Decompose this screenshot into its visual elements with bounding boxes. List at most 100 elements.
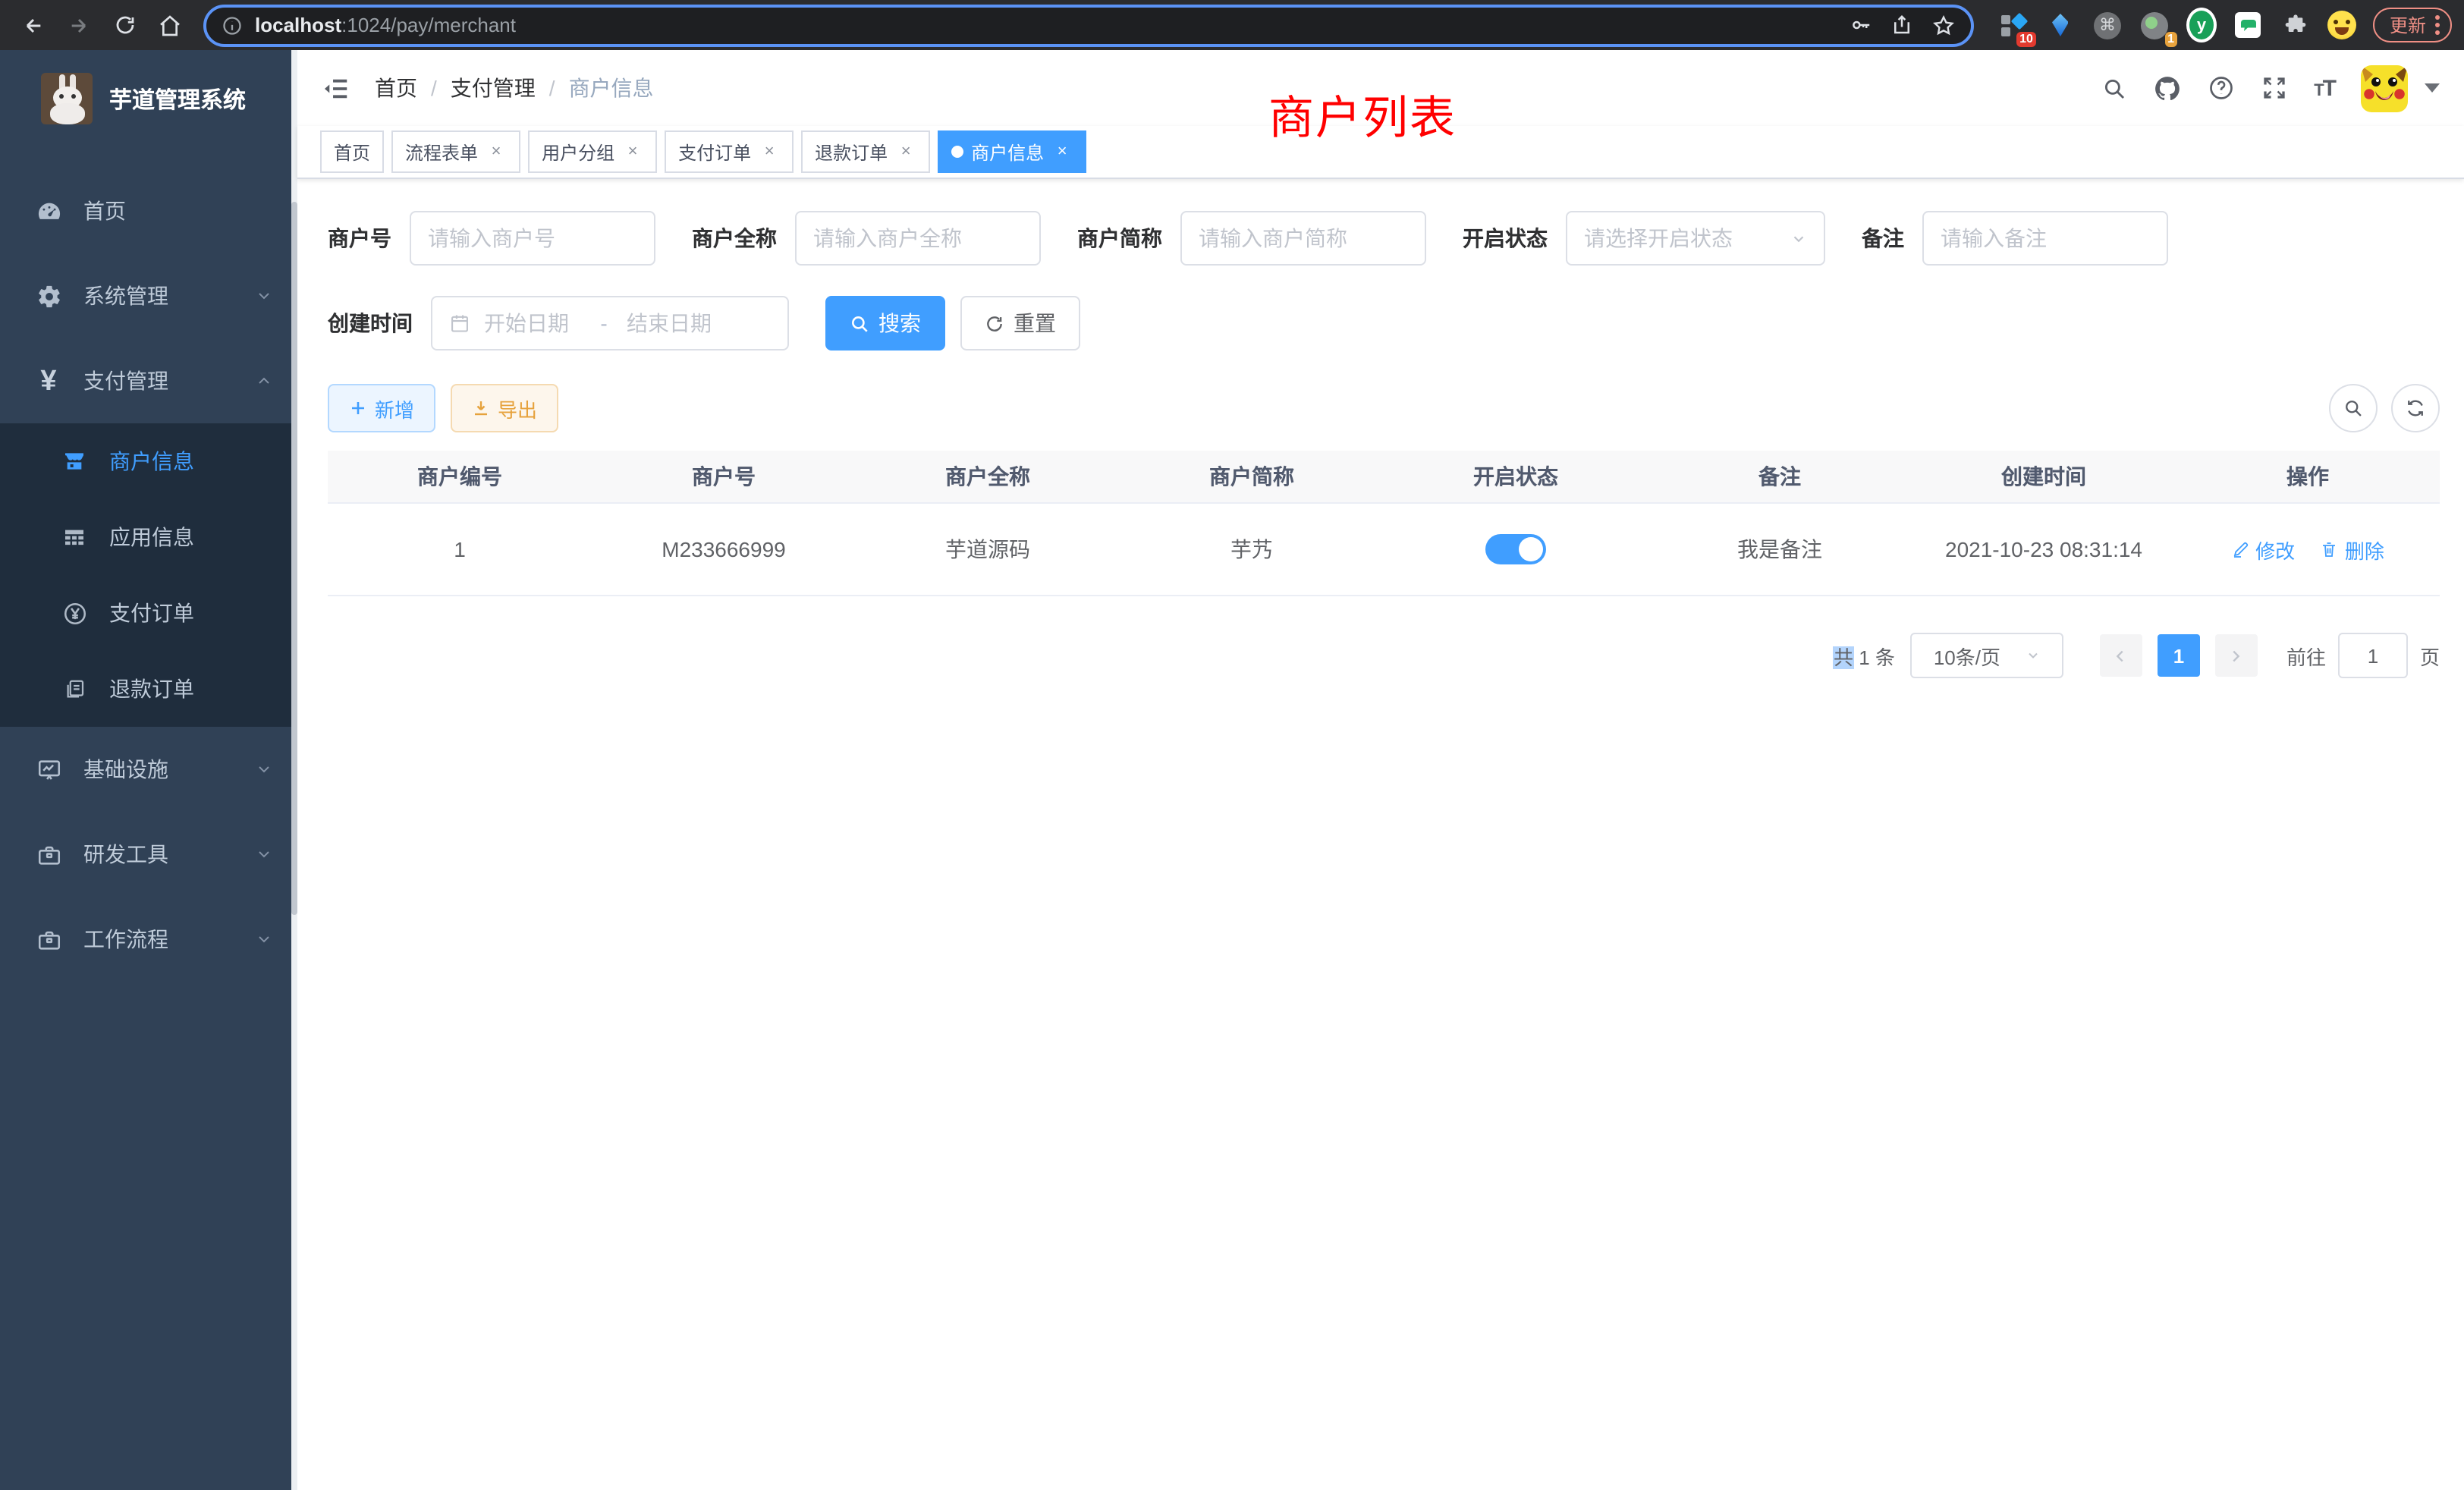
sidebar-item-pay-order[interactable]: 支付订单 bbox=[0, 575, 297, 651]
extension-kite-icon[interactable] bbox=[2045, 10, 2076, 40]
sidebar-scrollbar[interactable] bbox=[291, 50, 297, 1490]
add-button[interactable]: 新增 bbox=[328, 384, 435, 432]
browser-update-button[interactable]: 更新 bbox=[2373, 8, 2452, 42]
sidebar-item-refund-order[interactable]: 退款订单 bbox=[0, 651, 297, 727]
sidebar-item-system[interactable]: 系统管理 bbox=[0, 253, 297, 338]
chevron-down-icon bbox=[255, 930, 273, 948]
sidebar-item-workflow[interactable]: 工作流程 bbox=[0, 897, 297, 982]
chevron-down-icon bbox=[255, 845, 273, 863]
next-page-button[interactable] bbox=[2215, 634, 2258, 677]
tab-home[interactable]: 首页 bbox=[320, 130, 384, 173]
tab-merchant-info-active[interactable]: 商户信息× bbox=[938, 130, 1086, 173]
col-merchant-no: 商户号 bbox=[592, 451, 856, 503]
navbar: 首页 / 支付管理 / 商户信息 bbox=[297, 50, 2464, 126]
tab-close-icon[interactable]: × bbox=[486, 143, 507, 161]
edit-link[interactable]: 修改 bbox=[2231, 535, 2295, 564]
short-name-input[interactable]: 请输入商户简称 bbox=[1180, 211, 1426, 266]
tab-close-icon[interactable]: × bbox=[895, 143, 916, 161]
reload-icon[interactable] bbox=[103, 4, 146, 46]
toolbox-icon bbox=[32, 841, 65, 867]
create-time-range-picker[interactable]: 开始日期 - 结束日期 bbox=[431, 296, 789, 350]
col-remark: 备注 bbox=[1648, 451, 1912, 503]
url-bar[interactable]: localhost:1024/pay/merchant bbox=[203, 4, 1974, 46]
bookmark-star-icon[interactable] bbox=[1931, 13, 1956, 37]
tab-user-group[interactable]: 用户分组× bbox=[528, 130, 657, 173]
total-rest: 1 条 bbox=[1853, 646, 1895, 668]
full-name-input[interactable]: 请输入商户全称 bbox=[795, 211, 1041, 266]
share-icon[interactable] bbox=[1890, 14, 1913, 36]
extension-y-icon[interactable]: y bbox=[2186, 10, 2217, 40]
back-icon[interactable] bbox=[12, 4, 55, 46]
refresh-table-button[interactable] bbox=[2391, 384, 2440, 432]
placeholder: 请输入商户号 bbox=[428, 223, 555, 253]
goto-suffix: 页 bbox=[2420, 641, 2440, 670]
tab-pay-order[interactable]: 支付订单× bbox=[665, 130, 794, 173]
tab-close-icon[interactable]: × bbox=[1051, 143, 1073, 161]
merchant-table: 商户编号 商户号 商户全称 商户简称 开启状态 备注 创建时间 操作 1 bbox=[328, 451, 2440, 596]
breadcrumb-separator: / bbox=[431, 76, 437, 100]
sidebar-item-infra[interactable]: 基础设施 bbox=[0, 727, 297, 812]
url-text[interactable]: localhost:1024/pay/merchant bbox=[255, 14, 1837, 36]
avatar-caret-icon[interactable] bbox=[2425, 83, 2440, 93]
user-avatar-pikachu[interactable] bbox=[2361, 64, 2408, 112]
sidebar-item-label: 系统管理 bbox=[83, 281, 255, 311]
chevron-down-icon bbox=[1790, 230, 1807, 247]
toggle-search-button[interactable] bbox=[2329, 384, 2378, 432]
calendar-icon bbox=[449, 313, 470, 334]
dashboard-gauge-icon bbox=[32, 198, 65, 224]
search-button[interactable]: 搜索 bbox=[825, 296, 945, 350]
status-toggle-on[interactable] bbox=[1485, 534, 1546, 564]
tab-close-icon[interactable]: × bbox=[759, 143, 780, 161]
remark-input[interactable]: 请输入备注 bbox=[1922, 211, 2168, 266]
sidebar-item-pay[interactable]: ¥ 支付管理 bbox=[0, 338, 297, 423]
extension-recorder-icon[interactable]: 1 bbox=[2139, 10, 2170, 40]
short-name-label: 商户简称 bbox=[1077, 223, 1162, 253]
browser-profile-avatar[interactable] bbox=[2327, 10, 2358, 40]
tab-refund-order[interactable]: 退款订单 × bbox=[801, 130, 930, 173]
chevron-down-icon bbox=[255, 760, 273, 778]
app-logo-row[interactable]: 芋道管理系统 bbox=[0, 50, 297, 147]
fullscreen-icon[interactable] bbox=[2261, 74, 2288, 102]
breadcrumb-home[interactable]: 首页 bbox=[375, 73, 417, 103]
page-number-current[interactable]: 1 bbox=[2158, 634, 2200, 677]
store-icon bbox=[59, 449, 90, 473]
tab-close-icon[interactable]: × bbox=[622, 143, 643, 161]
sidebar-item-devtools[interactable]: 研发工具 bbox=[0, 812, 297, 897]
password-key-icon[interactable] bbox=[1850, 14, 1872, 36]
export-button[interactable]: 导出 bbox=[451, 384, 558, 432]
prev-page-button[interactable] bbox=[2100, 634, 2142, 677]
goto-page-input[interactable] bbox=[2338, 633, 2408, 678]
sidebar-item-merchant-info[interactable]: 商户信息 bbox=[0, 423, 297, 499]
col-operations: 操作 bbox=[2176, 451, 2440, 503]
hamburger-icon[interactable] bbox=[322, 74, 350, 102]
sidebar-item-label: 商户信息 bbox=[109, 446, 194, 476]
col-short-name: 商户简称 bbox=[1120, 451, 1384, 503]
sidebar-item-app-info[interactable]: 应用信息 bbox=[0, 499, 297, 575]
merchant-no-input[interactable]: 请输入商户号 bbox=[410, 211, 655, 266]
github-icon[interactable] bbox=[2153, 74, 2182, 102]
tab-label: 退款订单 bbox=[815, 139, 888, 165]
header-search-icon[interactable] bbox=[2101, 75, 2127, 101]
page-size-select[interactable]: 10条/页 bbox=[1910, 633, 2063, 678]
tab-label: 流程表单 bbox=[405, 139, 478, 165]
font-size-icon[interactable]: TT bbox=[2314, 75, 2335, 101]
extension-chat-icon[interactable] bbox=[2233, 10, 2264, 40]
site-info-icon[interactable] bbox=[222, 14, 243, 36]
extensions-puzzle-icon[interactable] bbox=[2280, 10, 2311, 40]
col-create-time: 创建时间 bbox=[1912, 451, 2176, 503]
breadcrumb-pay[interactable]: 支付管理 bbox=[451, 73, 536, 103]
forward-icon[interactable] bbox=[58, 4, 100, 46]
status-select[interactable]: 请选择开启状态 bbox=[1566, 211, 1825, 266]
sidebar-item-home[interactable]: 首页 bbox=[0, 168, 297, 253]
reset-button[interactable]: 重置 bbox=[960, 296, 1080, 350]
col-status: 开启状态 bbox=[1384, 451, 1648, 503]
home-icon[interactable] bbox=[149, 4, 191, 46]
browser-menu-kebab-icon[interactable] bbox=[2435, 15, 2440, 35]
help-question-icon[interactable] bbox=[2208, 74, 2235, 102]
monitor-chart-icon bbox=[32, 756, 65, 782]
tab-process-form[interactable]: 流程表单 × bbox=[391, 130, 520, 173]
extension-grid-icon[interactable]: 10 bbox=[1998, 10, 2029, 40]
delete-link[interactable]: 删除 bbox=[2321, 535, 2384, 564]
extension-command-icon[interactable]: ⌘ bbox=[2092, 10, 2123, 40]
full-name-label: 商户全称 bbox=[692, 223, 777, 253]
